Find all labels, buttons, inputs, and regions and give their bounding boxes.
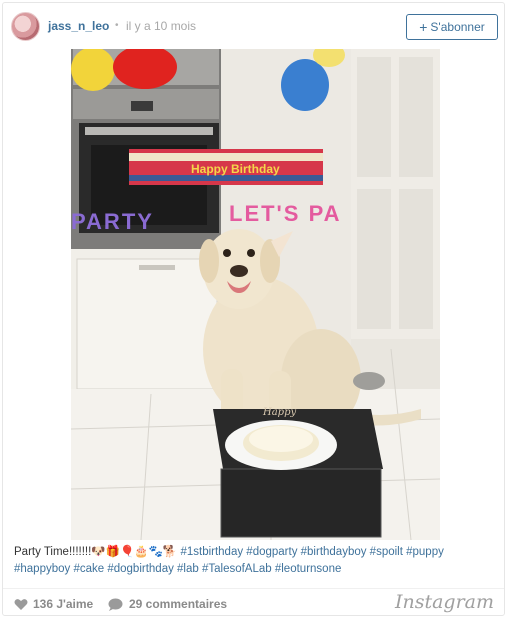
likes-label: 136 J'aime: [33, 597, 94, 611]
letsparty-letters: LET'S PA: [229, 201, 342, 226]
username-link[interactable]: jass_n_leo: [48, 19, 109, 33]
banner-text: Happy Birthday: [191, 162, 280, 176]
heart-icon: [14, 598, 28, 610]
likes-count[interactable]: 136 J'aime: [14, 597, 93, 611]
post-timestamp[interactable]: il y a 10 mois: [126, 19, 196, 33]
avatar[interactable]: [11, 12, 40, 41]
photo-illustration: Happy Birthday PARTY LET'S PA Happy: [71, 49, 440, 540]
caption-text: Party Time!!!!!!!🐶🎁🎈🎂🐾🐕: [14, 546, 178, 558]
post-footer: 136 J'aime 29 commentaires Instagram: [3, 588, 504, 618]
post-caption: Party Time!!!!!!!🐶🎁🎈🎂🐾🐕 #1stbirthday #do…: [14, 544, 494, 578]
instagram-logo[interactable]: Instagram: [395, 591, 494, 613]
follow-button[interactable]: + S'abonner: [406, 14, 498, 40]
comments-label: 29 commentaires: [129, 597, 228, 611]
post-photo[interactable]: Happy Birthday PARTY LET'S PA Happy: [71, 49, 440, 540]
post-card: jass_n_leo • il y a 10 mois + S'abonner: [2, 2, 505, 616]
party-letters: PARTY: [71, 209, 154, 234]
follow-label: S'abonner: [430, 20, 485, 34]
comment-icon: [108, 598, 123, 611]
cake-topper-text: Happy: [262, 407, 296, 418]
plus-icon: +: [419, 19, 428, 35]
post-header: jass_n_leo • il y a 10 mois + S'abonner: [3, 3, 504, 49]
comments-count[interactable]: 29 commentaires: [108, 597, 227, 611]
separator-dot: •: [115, 20, 119, 31]
